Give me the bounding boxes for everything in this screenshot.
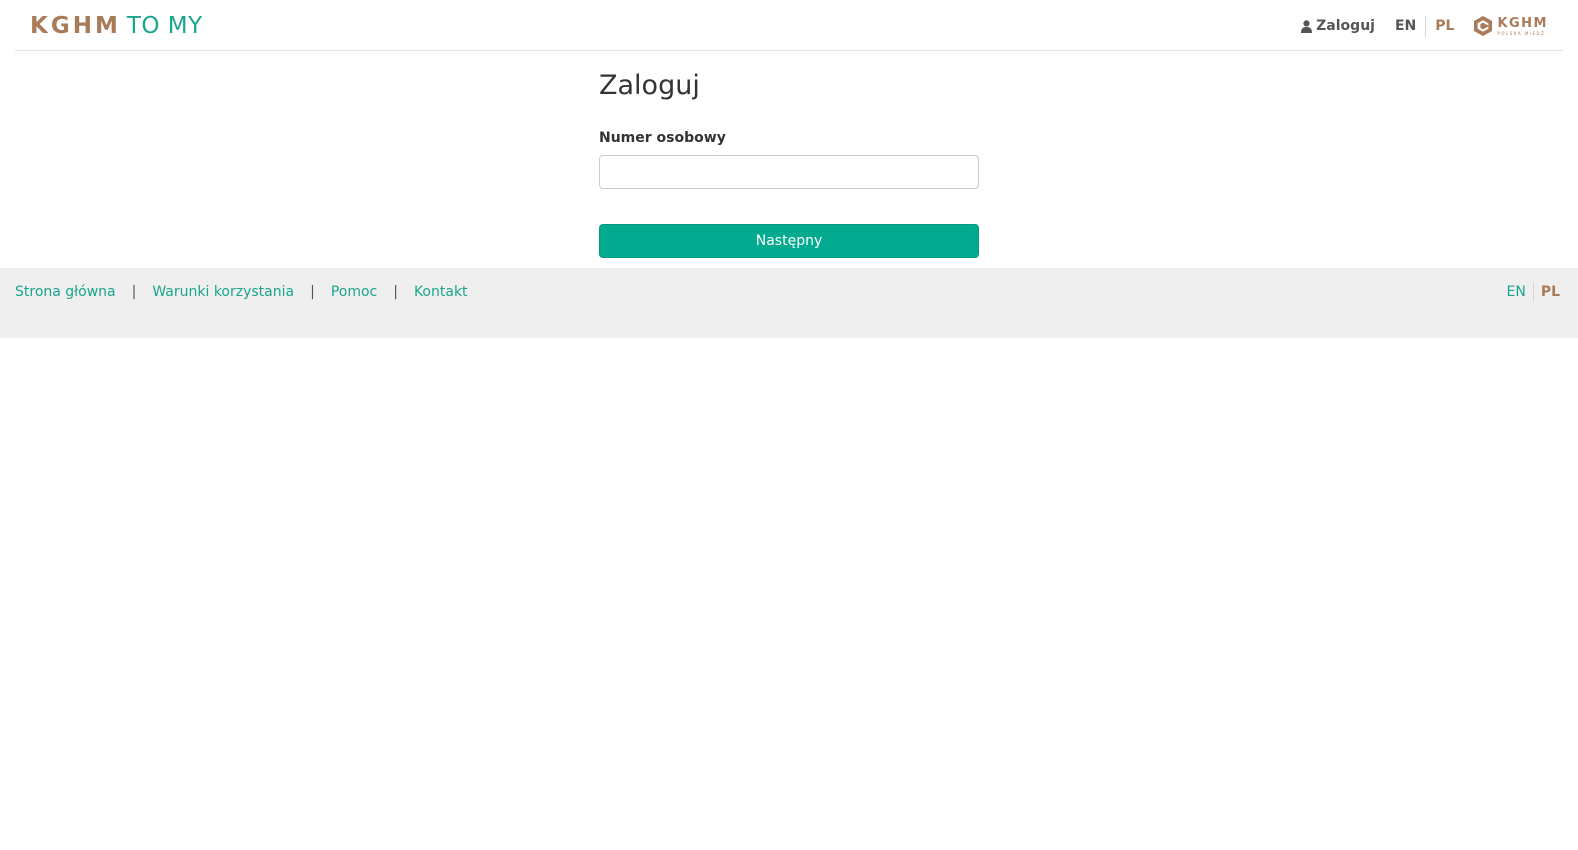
footer-link-help[interactable]: Pomoc (331, 284, 377, 300)
footer-link-home[interactable]: Strona główna (15, 284, 116, 300)
brand-kghm-text: KGHM (30, 13, 121, 39)
personal-number-input[interactable] (599, 155, 979, 189)
corporate-logo-name: KGHM (1497, 15, 1548, 31)
top-header: KGHM TO MY Zaloguj EN PL KGHM POLSKA MIE… (15, 0, 1563, 51)
corporate-logo[interactable]: KGHM POLSKA MIEDŹ (1474, 13, 1548, 39)
corporate-logo-subtitle: POLSKA MIEDŹ (1497, 30, 1546, 36)
app-logo[interactable]: KGHM TO MY (30, 11, 203, 41)
page-footer: Strona główna | Warunki korzystania | Po… (0, 268, 1578, 338)
footer-link-terms[interactable]: Warunki korzystania (152, 284, 294, 300)
footer-language-switch: EN PL (1506, 282, 1560, 302)
footer-link-contact[interactable]: Kontakt (414, 284, 468, 300)
footer-separator: | (310, 284, 315, 300)
footer-separator: | (393, 284, 398, 300)
footer-lang-pl[interactable]: PL (1541, 284, 1560, 300)
header-lang-en[interactable]: EN (1395, 18, 1425, 34)
corporate-logo-text: KGHM POLSKA MIEDŹ (1497, 17, 1548, 36)
footer-lang-divider (1532, 282, 1534, 302)
login-form: Zaloguj Numer osobowy Następny (599, 66, 979, 258)
footer-separator: | (131, 284, 137, 300)
footer-lang-en[interactable]: EN (1506, 284, 1525, 300)
footer-links: Strona główna | Warunki korzystania | Po… (15, 282, 468, 302)
header-actions: Zaloguj EN PL KGHM POLSKA MIEDŹ (1301, 13, 1548, 39)
page-title: Zaloguj (599, 70, 700, 101)
login-link-label: Zaloguj (1316, 18, 1375, 34)
brand-tomy-text: TO MY (126, 13, 203, 39)
next-button[interactable]: Następny (599, 224, 979, 258)
user-icon (1301, 19, 1313, 33)
login-link[interactable]: Zaloguj (1301, 18, 1375, 34)
personal-number-label: Numer osobowy (599, 130, 726, 146)
header-lang-pl[interactable]: PL (1426, 18, 1454, 34)
header-language-switch: EN PL (1395, 15, 1454, 37)
kghm-logo-icon (1474, 16, 1493, 36)
